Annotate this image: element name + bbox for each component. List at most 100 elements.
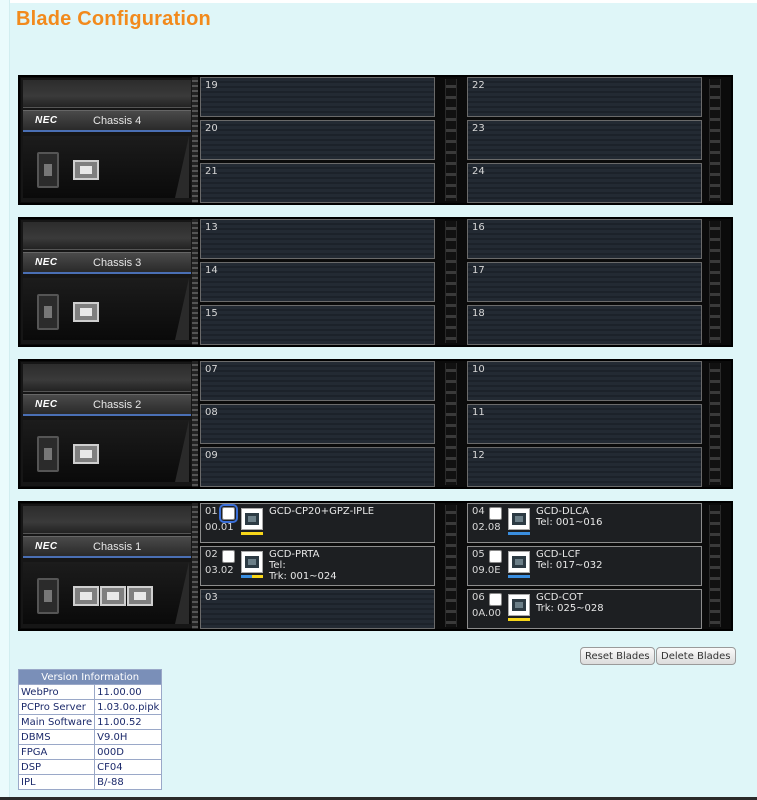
slot-checkbox[interactable] [219, 504, 238, 523]
slot-16[interactable]: 16 [467, 219, 702, 259]
blade-name: GCD-CP20+GPZ-IPLE [269, 506, 375, 517]
slot-07[interactable]: 07 [200, 361, 435, 401]
reset-blades-button[interactable]: Reset Blades [580, 647, 655, 665]
chassis-label: Chassis 3 [93, 257, 142, 269]
slot-number: 14 [205, 265, 218, 276]
slot-09[interactable]: 09 [200, 447, 435, 487]
slot-address: 00.01 [205, 522, 234, 533]
slot-12[interactable]: 12 [467, 447, 702, 487]
nec-logo: NEC [35, 115, 58, 126]
slot-checkbox[interactable] [489, 507, 502, 520]
slot-24[interactable]: 24 [467, 163, 702, 203]
slot-number: 04 [472, 506, 485, 517]
slot-11[interactable]: 11 [467, 404, 702, 444]
vent-grille [709, 505, 721, 627]
blade-tel-range: Tel: 001~016 [536, 517, 603, 528]
table-row: DBMS V9.0H [17, 729, 163, 745]
slot-number: 22 [472, 80, 485, 91]
blade-trunk-range: Trk: 025~028 [536, 603, 604, 614]
vent-grille [192, 219, 198, 345]
slot-13[interactable]: 13 [200, 219, 435, 259]
slot-number: 08 [205, 407, 218, 418]
chassis-face: NEC Chassis 3 [21, 220, 197, 344]
lan-port-icon [73, 444, 99, 464]
chassis-4: NEC Chassis 4 19 20 21 22 23 24 [18, 75, 733, 205]
nec-logo: NEC [35, 399, 58, 410]
blade-card-icon [241, 508, 263, 530]
vent-grille [445, 363, 457, 485]
slot-number: 24 [472, 166, 485, 177]
chassis-2: NEC Chassis 2 07 08 09 10 11 12 [18, 359, 733, 489]
slot-checkbox[interactable] [489, 550, 502, 563]
slot-number: 06 [472, 592, 485, 603]
slot-number: 11 [472, 407, 485, 418]
slot-23[interactable]: 23 [467, 120, 702, 160]
blade-tel-range: Tel: [269, 560, 286, 571]
slot-number: 21 [205, 166, 218, 177]
trunk-indicator [508, 618, 530, 621]
slot-number: 05 [472, 549, 485, 560]
slot-address: 09.0E [472, 565, 501, 576]
vent-grille [192, 361, 198, 487]
lan-port-icon [73, 302, 99, 322]
slot-number: 01 [205, 506, 218, 517]
blade-trunk-range: Trk: 001~024 [269, 571, 337, 582]
chassis-1: NEC Chassis 1 01 00.01 GCD-CP20+GPZ-IPLE… [18, 501, 733, 631]
slot-18[interactable]: 18 [467, 305, 702, 345]
blade-card-icon [508, 594, 530, 616]
slot-22[interactable]: 22 [467, 77, 702, 117]
slot-checkbox[interactable] [222, 550, 235, 563]
slot-03[interactable]: 03 [200, 589, 435, 629]
nec-logo: NEC [35, 257, 58, 268]
slot-number: 20 [205, 123, 218, 134]
slot-10[interactable]: 10 [467, 361, 702, 401]
slot-21[interactable]: 21 [200, 163, 435, 203]
blade-name: GCD-LCF [536, 549, 581, 560]
slot-05[interactable]: 05 09.0E GCD-LCF Tel: 017~032 [467, 546, 702, 586]
power-switch-icon [37, 294, 59, 330]
slot-number: 10 [472, 364, 485, 375]
slot-19[interactable]: 19 [200, 77, 435, 117]
vent-grille [192, 77, 198, 203]
slot-address: 02.08 [472, 522, 501, 533]
blade-card-icon [241, 551, 263, 573]
slot-08[interactable]: 08 [200, 404, 435, 444]
slot-17[interactable]: 17 [467, 262, 702, 302]
vent-grille [709, 221, 721, 343]
blade-tel-range: Tel: 017~032 [536, 560, 603, 571]
slot-01[interactable]: 01 00.01 GCD-CP20+GPZ-IPLE [200, 503, 435, 543]
tel-indicator [508, 575, 530, 578]
slot-04[interactable]: 04 02.08 GCD-DLCA Tel: 001~016 [467, 503, 702, 543]
left-frame-strip [0, 0, 10, 800]
lan-port-icon [100, 586, 126, 606]
lan-port-icon [127, 586, 153, 606]
power-switch-icon [37, 578, 59, 614]
slot-checkbox[interactable] [489, 593, 502, 606]
slot-20[interactable]: 20 [200, 120, 435, 160]
blade-card-icon [508, 551, 530, 573]
blade-name: GCD-PRTA [269, 549, 320, 560]
tel-indicator [508, 532, 530, 535]
slot-number: 12 [472, 450, 485, 461]
slot-06[interactable]: 06 0A.00 GCD-COT Trk: 025~028 [467, 589, 702, 629]
chassis-face: NEC Chassis 2 [21, 362, 197, 486]
vent-grille [192, 503, 198, 629]
slot-number: 17 [472, 265, 485, 276]
slot-15[interactable]: 15 [200, 305, 435, 345]
vent-grille [709, 79, 721, 201]
page-title: Blade Configuration [16, 8, 211, 30]
power-switch-icon [37, 152, 59, 188]
tel-trunk-indicator [241, 575, 263, 578]
table-row: Main Software 11.00.52 [17, 714, 163, 730]
vent-grille [445, 221, 457, 343]
table-row: DSP CF04 [17, 759, 163, 775]
slot-02[interactable]: 02 03.02 GCD-PRTA Tel: Trk: 001~024 [200, 546, 435, 586]
blade-card-icon [508, 508, 530, 530]
slot-address: 03.02 [205, 565, 234, 576]
blade-name: GCD-COT [536, 592, 584, 603]
slot-number: 07 [205, 364, 218, 375]
delete-blades-button[interactable]: Delete Blades [656, 647, 736, 665]
slot-14[interactable]: 14 [200, 262, 435, 302]
vent-grille [445, 79, 457, 201]
lan-port-icon [73, 160, 99, 180]
